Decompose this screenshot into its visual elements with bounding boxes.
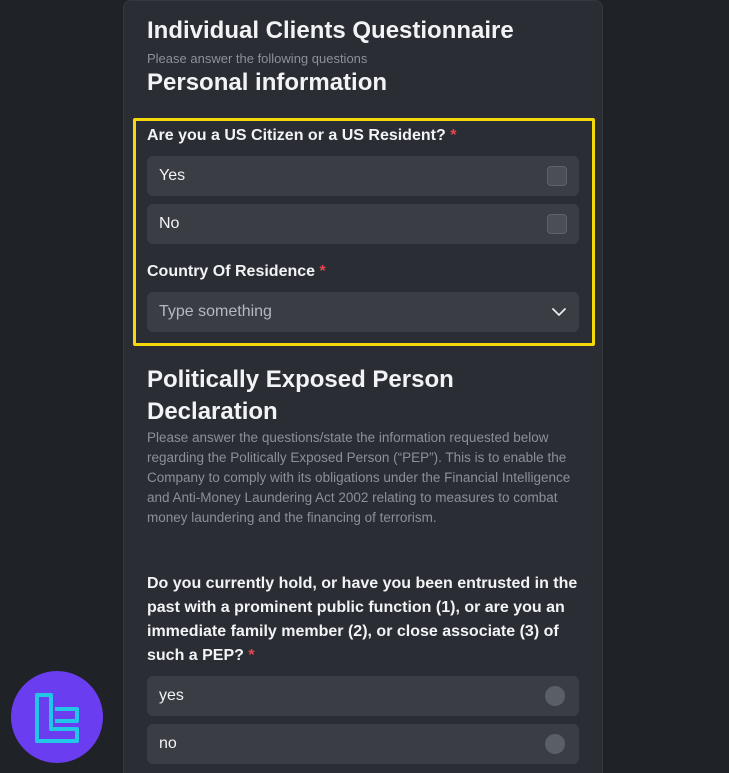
- option-pep-no[interactable]: no: [147, 724, 579, 764]
- brand-logo-icon: [35, 693, 79, 743]
- country-label-text: Country Of Residence: [147, 263, 316, 280]
- required-marker: *: [248, 647, 255, 664]
- country-select[interactable]: Type something: [147, 292, 579, 332]
- option-us-yes[interactable]: Yes: [147, 156, 579, 196]
- option-us-no[interactable]: No: [147, 204, 579, 244]
- checkbox-yes[interactable]: [547, 166, 567, 186]
- page-title: Individual Clients Questionnaire: [147, 17, 514, 44]
- pep-description: Please answer the questions/state the in…: [147, 430, 571, 525]
- us-citizen-question: Are you a US Citizen or a US Resident? *: [147, 127, 456, 145]
- option-label: yes: [159, 687, 184, 704]
- pep-question-text: Do you currently hold, or have you been …: [147, 575, 578, 664]
- pep-question: Do you currently hold, or have you been …: [147, 572, 579, 668]
- page-subtitle: Please answer the following questions: [147, 51, 368, 66]
- country-label: Country Of Residence *: [147, 263, 326, 281]
- option-label: no: [159, 735, 177, 752]
- brand-logo-icon: [11, 671, 103, 763]
- required-marker: *: [319, 263, 326, 280]
- us-citizen-question-text: Are you a US Citizen or a US Resident?: [147, 127, 446, 144]
- country-select-placeholder: Type something: [159, 303, 272, 320]
- radio-yes[interactable]: [545, 686, 565, 706]
- section-title-personal: Personal information: [147, 69, 388, 96]
- section-title-pep: Politically Exposed Person Declaration: [147, 366, 454, 425]
- option-label: Yes: [159, 167, 186, 184]
- chevron-down-icon: [552, 308, 566, 316]
- required-marker: *: [450, 127, 457, 144]
- option-label: No: [159, 215, 180, 232]
- option-pep-yes[interactable]: yes: [147, 676, 579, 716]
- radio-no[interactable]: [545, 734, 565, 754]
- checkbox-no[interactable]: [547, 214, 567, 234]
